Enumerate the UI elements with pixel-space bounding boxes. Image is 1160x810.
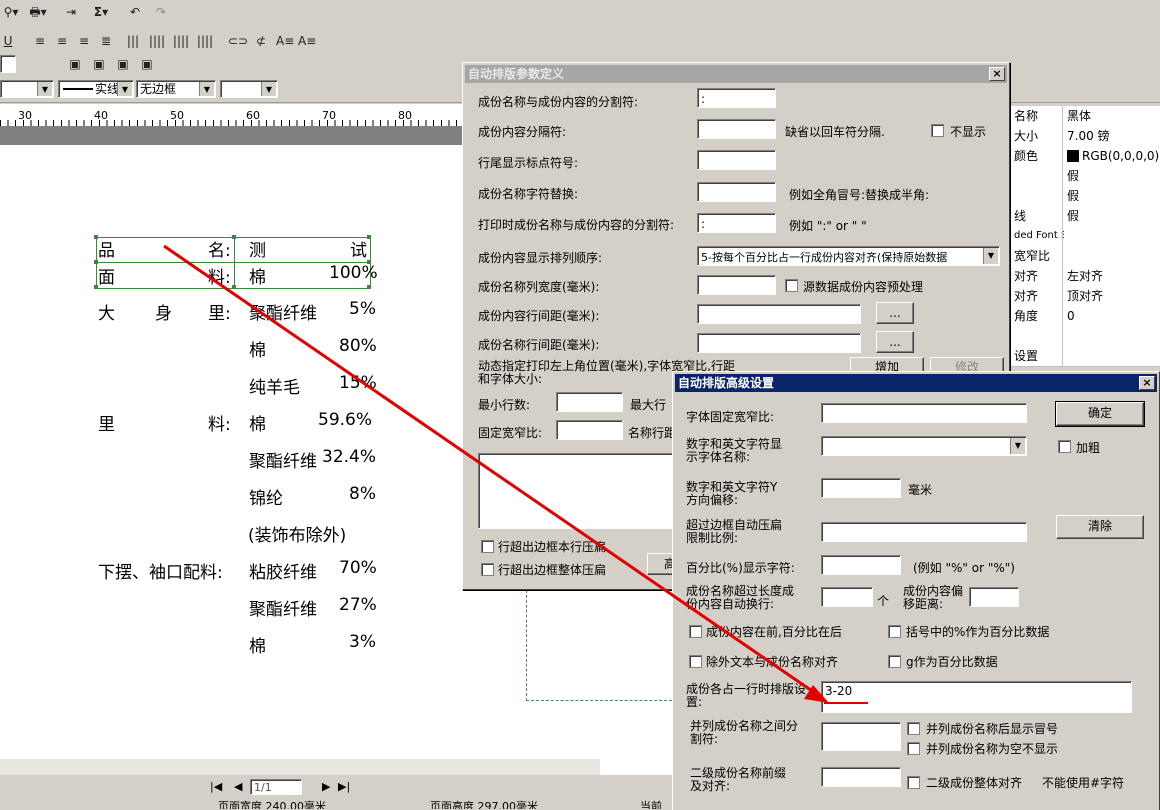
annotation-arrow [163,244,829,703]
arrow-line [163,244,816,695]
